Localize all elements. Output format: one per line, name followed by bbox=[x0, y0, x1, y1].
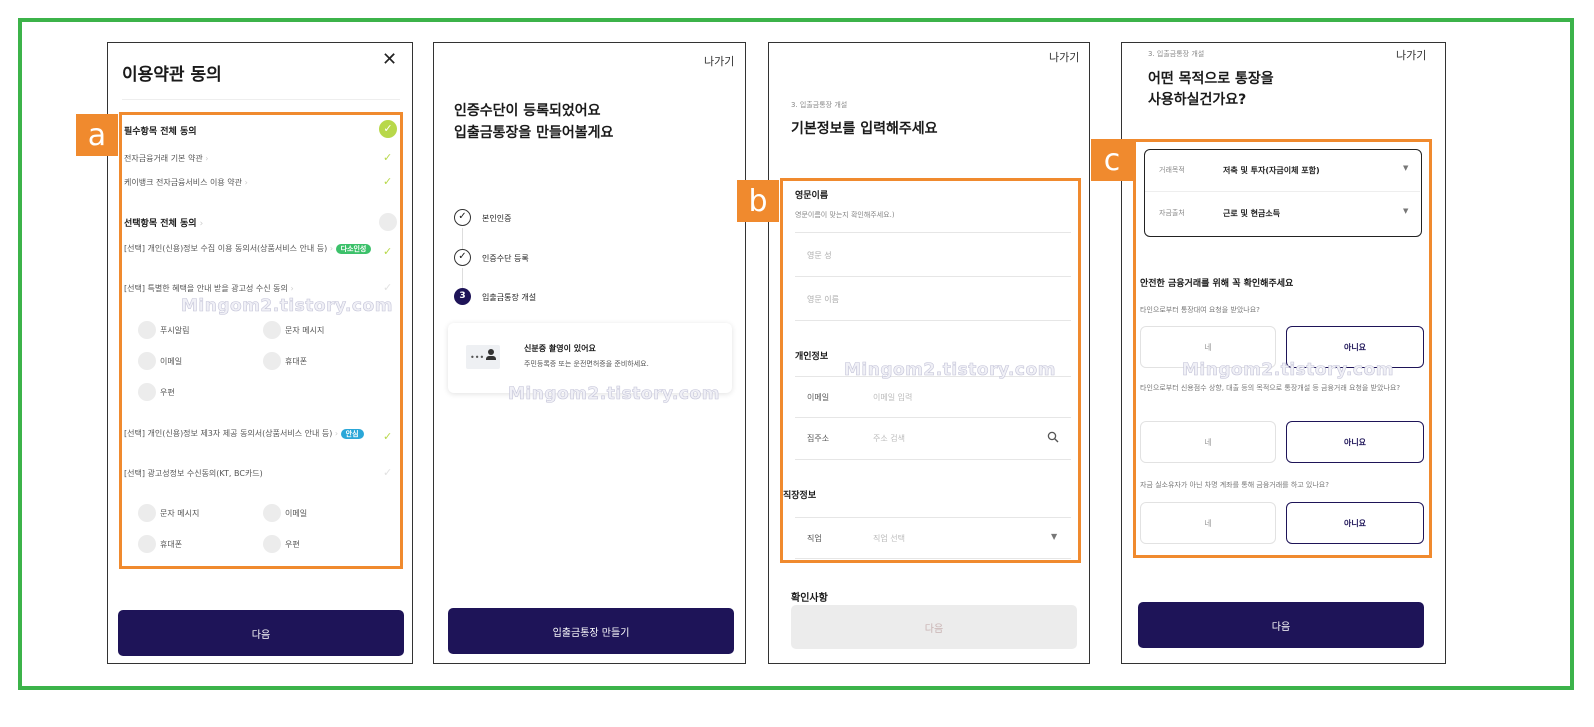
close-icon[interactable]: ✕ bbox=[382, 49, 397, 70]
title-line: 입출금통장을 만들어볼게요 bbox=[454, 124, 614, 141]
step-done-icon: ✓ bbox=[454, 249, 471, 266]
label-c: c bbox=[1091, 139, 1133, 181]
label-a: a bbox=[76, 114, 118, 156]
exit-link[interactable]: 나가기 bbox=[1396, 47, 1426, 63]
next-button-disabled[interactable]: 다음 bbox=[791, 605, 1077, 649]
divider bbox=[122, 99, 400, 100]
page-title: 인증수단이 등록되었어요 입출금통장을 만들어볼게요 bbox=[454, 101, 613, 144]
step-caption: 3. 입출금통장 개설 bbox=[791, 101, 848, 109]
next-button[interactable]: 다음 bbox=[118, 610, 404, 656]
step-caption: 3. 입출금통장 개설 bbox=[1148, 50, 1205, 58]
page-title: 어떤 목적으로 통장을 사용하실건가요? bbox=[1148, 69, 1274, 111]
section-confirm: 확인사항 bbox=[791, 593, 828, 604]
highlight-box-c bbox=[1133, 139, 1432, 558]
next-button[interactable]: 다음 bbox=[1138, 602, 1424, 648]
label-b: b bbox=[737, 180, 779, 222]
exit-link[interactable]: 나가기 bbox=[1049, 49, 1079, 65]
step-label: 입출금통장 개설 bbox=[482, 293, 537, 302]
step-current-number: 3 bbox=[454, 288, 471, 305]
exit-link[interactable]: 나가기 bbox=[704, 53, 734, 69]
step-connector bbox=[462, 228, 463, 249]
title-line: 사용하실건가요? bbox=[1148, 92, 1247, 108]
step-label: 인증수단 등록 bbox=[482, 254, 529, 263]
create-account-button[interactable]: 입출금통장 만들기 bbox=[448, 608, 734, 654]
card-title: 신분증 촬영이 있어요 bbox=[524, 344, 596, 353]
title-line: 인증수단이 등록되었어요 bbox=[454, 103, 601, 119]
step-done-icon: ✓ bbox=[454, 209, 471, 226]
page-title: 기본정보를 입력해주세요 bbox=[791, 121, 938, 137]
watermark: Mingom2.tistory.com bbox=[508, 384, 720, 405]
highlight-box-a bbox=[119, 112, 403, 569]
auth-complete-screen: 나가기 인증수단이 등록되었어요 입출금통장을 만들어볼게요 ✓ 본인인증 ✓ … bbox=[433, 42, 746, 664]
step-label: 본인인증 bbox=[482, 214, 512, 223]
id-card-notice: ••• 신분증 촬영이 있어요 주민등록증 또는 운전면허증을 준비하세요. bbox=[448, 323, 732, 393]
highlight-box-b bbox=[780, 178, 1081, 563]
title-line: 어떤 목적으로 통장을 bbox=[1148, 71, 1274, 87]
id-card-icon: ••• bbox=[466, 345, 500, 369]
page-title: 이용약관 동의 bbox=[122, 65, 222, 85]
step-connector bbox=[462, 268, 463, 288]
card-description: 주민등록증 또는 운전면허증을 준비하세요. bbox=[524, 360, 649, 368]
